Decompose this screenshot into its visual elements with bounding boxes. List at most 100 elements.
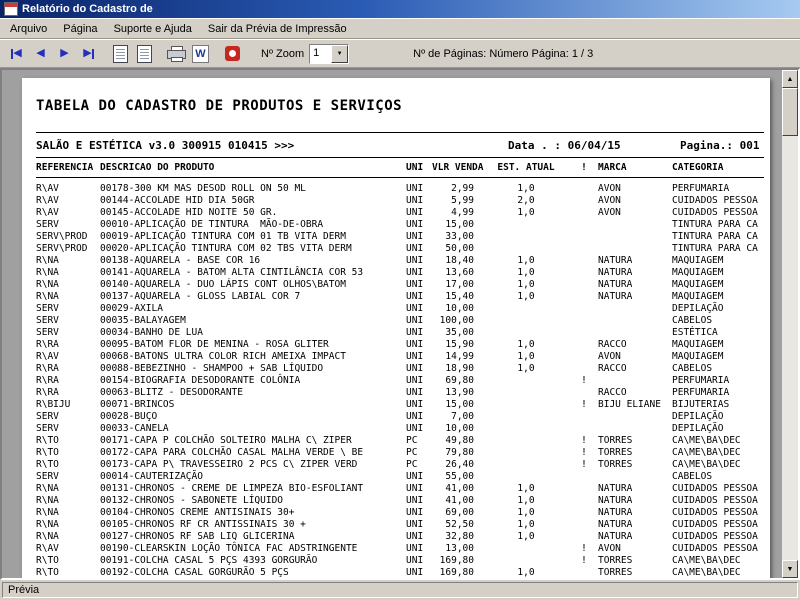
next-page-icon: ▶ bbox=[60, 48, 68, 59]
cell-uni: UNI bbox=[406, 327, 432, 339]
export-pdf-button[interactable] bbox=[221, 42, 244, 65]
first-page-icon: ◀ bbox=[13, 48, 21, 59]
cell-vlr-venda: 13,00 bbox=[432, 543, 482, 555]
table-row: SERV 00034-BANHO DE LUA UNI 35,00 ESTÉTI… bbox=[36, 327, 764, 339]
cell-marca: NATURA bbox=[598, 507, 672, 519]
cell-descricao: 00010-APLICAÇÃO DE TINTURA MÃO-DE-OBRA bbox=[100, 219, 406, 231]
cell-marca bbox=[598, 375, 672, 387]
menu-item-sair-da-previa[interactable]: Sair da Prévia de Impressão bbox=[200, 21, 355, 37]
cell-vlr-venda: 15,40 bbox=[432, 291, 482, 303]
cell-est-atual bbox=[482, 219, 570, 231]
cell-flag: ! bbox=[570, 459, 598, 471]
cell-est-atual: 1,0 bbox=[482, 579, 570, 580]
report-page: TABELA DO CADASTRO DE PRODUTOS E SERVIÇO… bbox=[22, 78, 770, 580]
cell-vlr-venda: 41,00 bbox=[432, 483, 482, 495]
table-row: SERV\PROD 00019-APLICAÇÃO TINTURA COM 01… bbox=[36, 231, 764, 243]
cell-categoria: CA\ME\BA\DEC bbox=[672, 567, 764, 579]
cell-descricao: 00191-COLCHA CASAL 5 PÇS 4393 GORGURÃO bbox=[100, 555, 406, 567]
previous-page-button[interactable]: ◀ bbox=[29, 42, 52, 65]
pdf-dot-icon bbox=[229, 50, 236, 57]
last-page-icon bbox=[92, 49, 94, 59]
title-bar: Relatório do Cadastro de bbox=[0, 0, 800, 18]
word-icon: W bbox=[192, 45, 209, 63]
export-word-button[interactable]: W bbox=[189, 42, 212, 65]
cell-flag bbox=[570, 243, 598, 255]
table-row: SERV 00010-APLICAÇÃO DE TINTURA MÃO-DE-O… bbox=[36, 219, 764, 231]
cell-vlr-venda: 32,80 bbox=[432, 531, 482, 543]
header-marca: MARCA bbox=[598, 162, 672, 174]
cell-marca bbox=[598, 315, 672, 327]
cell-uni: UNI bbox=[406, 183, 432, 195]
cell-est-atual bbox=[482, 327, 570, 339]
zoom-select[interactable]: 1 ▼ bbox=[309, 44, 349, 64]
cell-descricao: 00138-AQUARELA - BASE COR 16 bbox=[100, 255, 406, 267]
cell-descricao: 00141-AQUARELA - BATOM ALTA CINTILÂNCIA … bbox=[100, 267, 406, 279]
header-est-atual: EST. ATUAL bbox=[482, 162, 570, 174]
cell-vlr-venda: 99,40 bbox=[432, 579, 482, 580]
scroll-down-button[interactable]: ▼ bbox=[782, 560, 798, 578]
zoom-label: Nº Zoom bbox=[261, 48, 304, 60]
cell-flag bbox=[570, 315, 598, 327]
cell-descricao: 00154-BIOGRAFIA DESODORANTE COLÔNIA bbox=[100, 375, 406, 387]
vertical-scrollbar[interactable]: ▲ ▼ bbox=[782, 70, 798, 578]
table-row: SERV 00028-BUÇO UNI 7,00 DEPILAÇÃO bbox=[36, 411, 764, 423]
report-page-number: Pagina.: 001 bbox=[680, 139, 764, 152]
print-button[interactable] bbox=[165, 42, 188, 65]
cell-uni: UNI bbox=[406, 255, 432, 267]
cell-categoria: MAQUIAGEM bbox=[672, 279, 764, 291]
menu-item-pagina[interactable]: Página bbox=[55, 21, 105, 37]
menu-item-arquivo[interactable]: Arquivo bbox=[2, 21, 55, 37]
header-uni: UNI bbox=[406, 162, 432, 174]
cell-vlr-venda: 50,00 bbox=[432, 243, 482, 255]
table-row: R\BIJU 00071-BRINCOS UNI 15,00 ! BIJU EL… bbox=[36, 399, 764, 411]
cell-flag bbox=[570, 483, 598, 495]
cell-categoria: DEPILAÇÃO bbox=[672, 411, 764, 423]
status-text: Prévia bbox=[2, 582, 798, 598]
cell-referencia: R\NA bbox=[36, 279, 100, 291]
cell-marca: TORRES bbox=[598, 579, 672, 580]
cell-marca bbox=[598, 303, 672, 315]
table-row: R\NA 00127-CHRONOS RF SAB LIQ GLICERINA … bbox=[36, 531, 764, 543]
cell-descricao: 00105-CHRONOS RF CR ANTISSINAIS 30 + bbox=[100, 519, 406, 531]
table-header-row: REFERENCIA DESCRICAO DO PRODUTO UNI VLR … bbox=[36, 158, 764, 177]
zoom-value: 1 bbox=[310, 45, 331, 63]
cell-est-atual: 2,0 bbox=[482, 195, 570, 207]
cell-flag bbox=[570, 207, 598, 219]
cell-est-atual: 1,0 bbox=[482, 255, 570, 267]
cell-marca bbox=[598, 411, 672, 423]
cell-uni: UNI bbox=[406, 543, 432, 555]
page-setup-button[interactable] bbox=[109, 42, 132, 65]
scrollbar-track[interactable] bbox=[782, 88, 798, 560]
first-page-button[interactable]: ◀ bbox=[5, 42, 28, 65]
report-subtitle: SALÃO E ESTÉTICA v3.0 300915 010415 >>> bbox=[36, 139, 508, 152]
chevron-down-icon[interactable]: ▼ bbox=[331, 45, 348, 63]
next-page-button[interactable]: ▶ bbox=[53, 42, 76, 65]
scrollbar-thumb[interactable] bbox=[782, 88, 798, 136]
page-view-button[interactable] bbox=[133, 42, 156, 65]
cell-marca: TORRES bbox=[598, 459, 672, 471]
cell-categoria: CUIDADOS PESSOA bbox=[672, 195, 764, 207]
cell-referencia: R\AV bbox=[36, 543, 100, 555]
cell-est-atual: 1,0 bbox=[482, 267, 570, 279]
table-row: R\RA 00088-BEBEZINHO - SHAMPOO + SAB LÍQ… bbox=[36, 363, 764, 375]
table-row: R\RA 00154-BIOGRAFIA DESODORANTE COLÔNIA… bbox=[36, 375, 764, 387]
scroll-up-button[interactable]: ▲ bbox=[782, 70, 798, 88]
table-row: R\NA 00138-AQUARELA - BASE COR 16 UNI 18… bbox=[36, 255, 764, 267]
cell-flag bbox=[570, 363, 598, 375]
cell-vlr-venda: 100,00 bbox=[432, 315, 482, 327]
cell-categoria: CUIDADOS PESSOA bbox=[672, 483, 764, 495]
cell-descricao: 00132-CHRONOS - SABONETE LÍQUIDO bbox=[100, 495, 406, 507]
last-page-button[interactable]: ▶ bbox=[77, 42, 100, 65]
cell-est-atual bbox=[482, 471, 570, 483]
cell-est-atual: 1,0 bbox=[482, 519, 570, 531]
cell-marca: TORRES bbox=[598, 447, 672, 459]
cell-vlr-venda: 33,00 bbox=[432, 231, 482, 243]
cell-flag bbox=[570, 495, 598, 507]
menu-item-suporte-e-ajuda[interactable]: Suporte e Ajuda bbox=[106, 21, 200, 37]
cell-est-atual: 1,0 bbox=[482, 291, 570, 303]
cell-uni: UNI bbox=[406, 363, 432, 375]
cell-uni: UNI bbox=[406, 531, 432, 543]
cell-flag bbox=[570, 303, 598, 315]
cell-flag bbox=[570, 423, 598, 435]
cell-descricao: 00104-CHRONOS CREME ANTISINAIS 30+ bbox=[100, 507, 406, 519]
